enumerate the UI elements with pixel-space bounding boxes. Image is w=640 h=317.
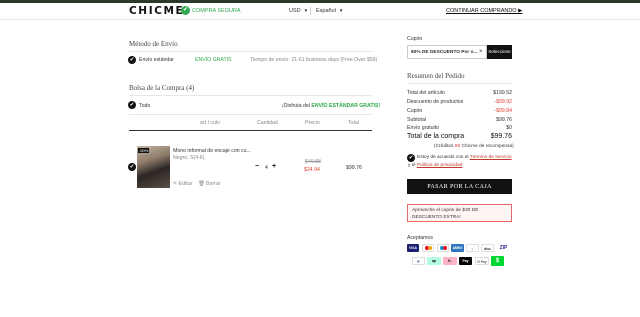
column-header-price: Precio <box>305 120 320 126</box>
product-variant[interactable]: Negro, S(4-6) <box>173 155 204 161</box>
discover-icon: disc <box>481 244 494 252</box>
divider <box>129 130 372 131</box>
google-pay-icon: G Pay <box>475 257 489 265</box>
logo[interactable]: CHICME <box>129 5 184 17</box>
trash-icon: 🗑 <box>198 181 205 187</box>
shipping-time: Tiempo de envío: 21-61 business days (Fr… <box>250 57 378 63</box>
quantity-value[interactable]: 4 <box>265 165 268 171</box>
column-header-quantity: Cantidad <box>257 120 278 126</box>
divider <box>407 83 512 84</box>
checkout-button[interactable]: PASAR POR LA CAJA <box>407 179 512 194</box>
original-price: $49.88 <box>305 159 321 165</box>
privacy-text: y el Política de privacidad <box>408 163 463 168</box>
klarna-icon: K. <box>443 257 457 265</box>
shipping-title: Método de Envío <box>129 40 178 48</box>
quantity-increase-button[interactable]: + <box>272 163 276 170</box>
caret-down-icon: ▼ <box>303 8 309 13</box>
summary-row: Subtotal $99.76 <box>407 117 512 123</box>
visa-icon: VISA <box>407 244 419 252</box>
coupon-value: 80% DE DESCUENTO Por o... <box>411 50 478 55</box>
apple-pay-icon: Pay <box>459 257 472 265</box>
item-checkbox[interactable]: ✔ <box>128 163 136 171</box>
coupon-select-button[interactable]: Seleccione <box>487 45 512 59</box>
shipping-selected-check-icon[interactable]: ✔ <box>128 56 136 64</box>
edit-button[interactable]: ✎ Editar <box>173 181 192 187</box>
payments-title: Aceptamos <box>407 235 433 241</box>
divider <box>129 51 372 52</box>
credits-note: (Créditos 99 Chicme de recompensa) <box>434 144 514 149</box>
delete-button[interactable]: 🗑 Borrar <box>198 181 220 187</box>
shipping-method-label: Envío estándar <box>139 57 174 63</box>
select-all-checkbox[interactable]: ✔ <box>128 101 136 109</box>
caret-down-icon: ▼ <box>338 8 344 13</box>
summary-title: Resumen del Pedido <box>407 72 465 80</box>
sale-price: $24.94 <box>304 167 320 173</box>
mastercard-icon <box>422 244 434 252</box>
promo-banner: Aproveche el cupón de $30 DE DESCUENTO E… <box>407 204 512 222</box>
continue-shopping-link[interactable]: CONTINUAR COMPRANDO ▶ <box>446 8 522 14</box>
lock-icon: ✔ <box>181 6 190 15</box>
column-header-item: art í culo <box>200 120 220 126</box>
product-image[interactable]: -50% <box>137 146 170 188</box>
divider <box>129 95 372 96</box>
order-total: Total de la compra $99.76 <box>407 133 512 140</box>
bag-title: Bolsa de la Compra (4) <box>129 84 195 92</box>
quantity-decrease-button[interactable]: − <box>255 163 259 170</box>
currency-select[interactable]: USD ▼ <box>289 8 308 14</box>
item-total: $99.76 <box>346 165 362 171</box>
coupon-field[interactable]: 80% DE DESCUENTO Por o... × <box>407 45 487 59</box>
language-select[interactable]: Español ▼ <box>316 8 343 14</box>
header: CHICME ✔ COMPRA SEGURA USD ▼ Español ▼ CON… <box>0 3 640 20</box>
diners-icon: ◐ <box>466 244 479 252</box>
cash-app-icon: $ <box>491 256 504 266</box>
edit-icon: ✎ <box>173 181 178 187</box>
summary-row: Total del artículo $199.52 <box>407 90 512 96</box>
product-name[interactable]: Mono informal de encaje con cu... <box>173 148 251 154</box>
terms-link[interactable]: Término de servicio <box>470 155 512 160</box>
secure-purchase-badge: ✔ COMPRA SEGURA <box>181 6 241 15</box>
privacy-link[interactable]: Política de privacidad <box>417 163 463 168</box>
secure-label: COMPRA SEGURA <box>192 7 241 14</box>
zip-icon: ZIP <box>496 244 511 252</box>
coupon-label: Cupón <box>407 36 423 42</box>
summary-row: Envío gratuito $0 <box>407 125 512 131</box>
paypal-icon: P <box>412 257 425 265</box>
amex-icon: AMEX <box>451 244 464 252</box>
free-shipping-notice: ¡Disfruta del ENVÍO ESTÁNDAR GRATIS! <box>282 103 381 109</box>
discount-tag: -50% <box>138 148 150 153</box>
select-all-label: Todo <box>139 103 151 109</box>
divider <box>129 114 372 115</box>
afterpay-icon: ap <box>427 257 441 265</box>
summary-row: Cupón -$99.84 <box>407 108 512 114</box>
summary-row: Descuento de productos -$99.92 <box>407 99 512 105</box>
shipping-price: ENVÍO GRATIS <box>195 57 232 63</box>
terms-checkbox[interactable]: ✔ <box>407 154 415 162</box>
clear-coupon-icon[interactable]: × <box>479 49 483 55</box>
terms-text: Estoy de acuerdo con el Término de servi… <box>417 155 512 160</box>
divider <box>310 7 311 15</box>
maestro-icon <box>437 244 449 252</box>
column-header-total: Total <box>348 120 359 126</box>
